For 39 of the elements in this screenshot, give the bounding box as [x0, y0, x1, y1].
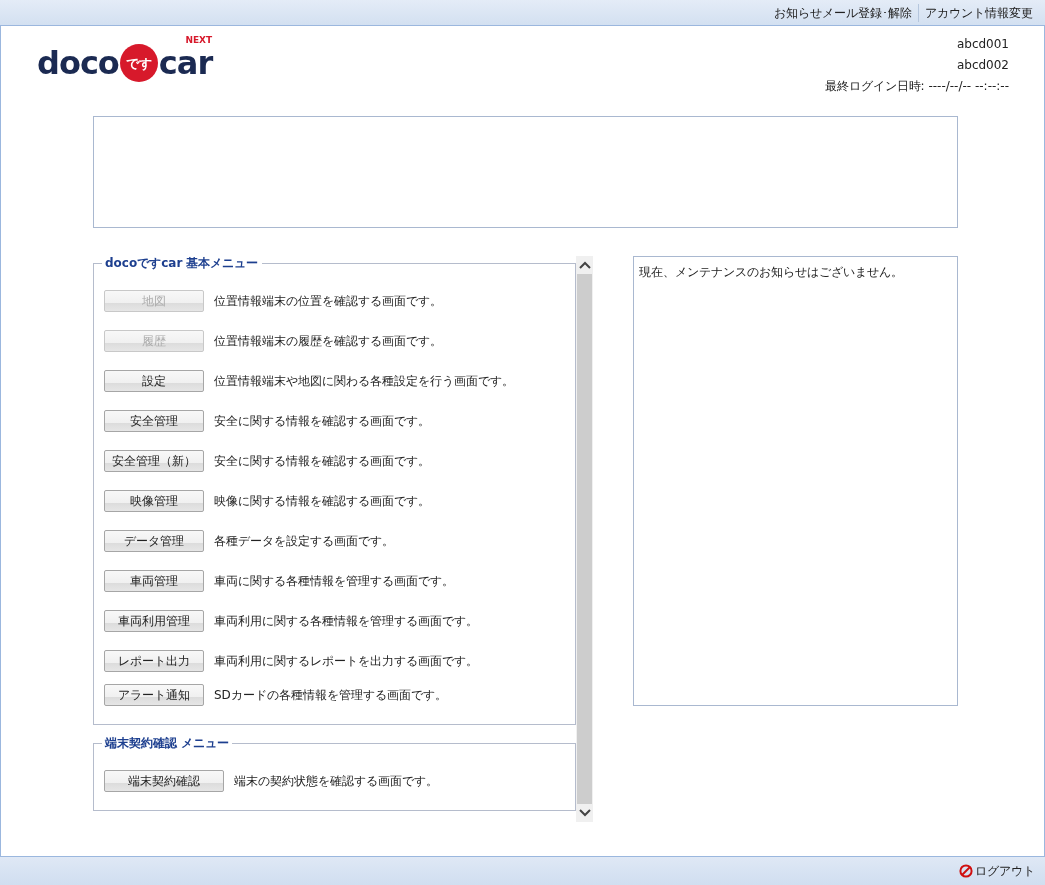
user-id: abcd002	[955, 57, 1009, 74]
menu-description: 各種データを設定する画面です。	[214, 533, 394, 550]
menu-button[interactable]: 安全管理	[104, 410, 204, 432]
menu-button[interactable]: 車両利用管理	[104, 610, 204, 632]
menu-description: 車両利用に関するレポートを出力する画面です。	[214, 653, 478, 670]
logout-link[interactable]: ログアウト	[959, 862, 1035, 880]
menu-description: 安全に関する情報を確認する画面です。	[214, 453, 430, 470]
menu-description: 安全に関する情報を確認する画面です。	[214, 413, 430, 430]
menu-group-title: docoですcar 基本メニュー	[102, 256, 262, 270]
menu-description: 車両に関する各種情報を管理する画面です。	[214, 573, 454, 590]
last-login-text: 最終ログイン日時: ----/--/-- --:--:--	[824, 78, 1009, 95]
menu-description: 位置情報端末や地図に関わる各種設定を行う画面です。	[214, 373, 514, 390]
menu-button[interactable]: データ管理	[104, 530, 204, 552]
prohibited-icon	[959, 864, 973, 878]
header-link[interactable]: お知らせメール登録･解除	[768, 3, 918, 22]
scroll-down-icon[interactable]	[578, 809, 591, 817]
notice-text: 現在、メンテナンスのお知らせはございません。	[639, 264, 904, 281]
menu-description: 端末の契約状態を確認する画面です。	[234, 773, 438, 790]
menu-button[interactable]: レポート出力	[104, 650, 204, 672]
menu-button[interactable]: 車両管理	[104, 570, 204, 592]
menu-button[interactable]: アラート通知	[104, 684, 204, 706]
header-link[interactable]: アカウント情報変更	[918, 3, 1039, 22]
menu-button[interactable]: 映像管理	[104, 490, 204, 512]
menu-button[interactable]: 端末契約確認	[104, 770, 224, 792]
menu-description: SDカードの各種情報を管理する画面です。	[214, 687, 447, 704]
logo-text: doco	[37, 47, 119, 79]
menu-description: 位置情報端末の履歴を確認する画面です。	[214, 333, 442, 350]
menu-description: 映像に関する情報を確認する画面です。	[214, 493, 430, 510]
menu-description: 位置情報端末の位置を確認する画面です。	[214, 293, 442, 310]
menu-description: 車両利用に関する各種情報を管理する画面です。	[214, 613, 478, 630]
menu-button[interactable]: 安全管理（新）	[104, 450, 204, 472]
scroll-up-icon[interactable]	[578, 261, 591, 269]
scrollbar[interactable]	[576, 256, 593, 822]
logo-text: car	[158, 47, 213, 79]
logo-circle: です	[119, 44, 158, 82]
menu-button[interactable]: 設定	[104, 370, 204, 392]
menu-group-title: 端末契約確認 メニュー	[102, 736, 233, 750]
user-id: abcd001	[955, 36, 1009, 53]
logo-next-label: NEXT	[185, 35, 213, 45]
